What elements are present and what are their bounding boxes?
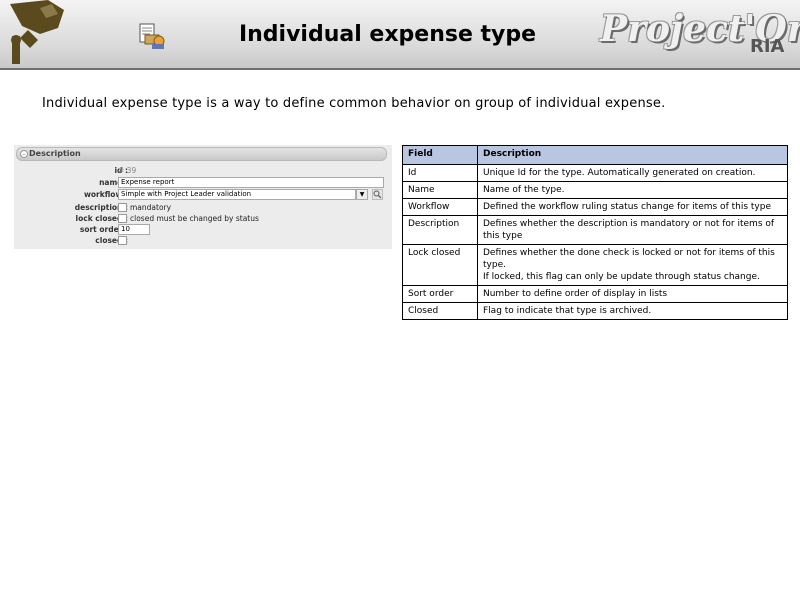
intro-text: Individual expense type is a way to defi… bbox=[42, 96, 666, 111]
table-row: Closed Flag to indicate that type is arc… bbox=[402, 302, 788, 320]
sort-order-input[interactable]: 10 bbox=[118, 224, 150, 235]
header-bar: Individual expense type Project'Or RIA bbox=[0, 0, 800, 70]
table-row: Workflow Defined the workflow ruling sta… bbox=[402, 198, 788, 216]
field-cell: Name bbox=[402, 181, 478, 199]
description-text: Unique Id for the type. Automatically ge… bbox=[483, 168, 756, 178]
description-text: Defines whether the done check is locked… bbox=[483, 248, 775, 270]
description-text: If locked, this flag can only be update … bbox=[483, 272, 760, 282]
table-row: Description Defines whether the descript… bbox=[402, 215, 788, 245]
checkbox-label: closed must be changed by status bbox=[130, 214, 259, 223]
field-row-id: id : # 39 bbox=[14, 165, 392, 176]
field-row-lock-closed: lock closed : closed must be changed by … bbox=[14, 213, 392, 224]
id-value: # 39 bbox=[118, 166, 137, 175]
description-form-panel: – Description id : # 39 name : Expense r… bbox=[14, 145, 392, 249]
description-cell: Name of the type. bbox=[477, 181, 788, 199]
description-text: Name of the type. bbox=[483, 185, 565, 195]
chevron-down-icon[interactable]: ▼ bbox=[356, 189, 368, 200]
description-text: Defined the workflow ruling status chang… bbox=[483, 202, 771, 212]
description-text: Number to define order of display in lis… bbox=[483, 289, 668, 299]
logo-subtext: RIA bbox=[750, 36, 785, 57]
field-description-table: Field Description Id Unique Id for the t… bbox=[402, 145, 788, 320]
description-cell: Flag to indicate that type is archived. bbox=[477, 302, 788, 320]
field-cell: Closed bbox=[402, 302, 478, 320]
checkbox-label: mandatory bbox=[130, 203, 172, 212]
section-title: Description bbox=[29, 149, 81, 158]
table-header-row: Field Description bbox=[402, 145, 788, 165]
field-cell: Id bbox=[402, 164, 478, 182]
description-cell: Defined the workflow ruling status chang… bbox=[477, 198, 788, 216]
lock-closed-checkbox[interactable] bbox=[118, 214, 127, 223]
name-input[interactable]: Expense report bbox=[118, 177, 384, 188]
column-header-description: Description bbox=[477, 145, 788, 165]
description-cell: Defines whether the done check is locked… bbox=[477, 244, 788, 286]
search-icon[interactable] bbox=[372, 189, 383, 200]
mandatory-checkbox[interactable] bbox=[118, 203, 127, 212]
field-cell: Lock closed bbox=[402, 244, 478, 286]
closed-checkbox[interactable] bbox=[118, 236, 127, 245]
description-cell: Defines whether the description is manda… bbox=[477, 215, 788, 245]
workflow-select[interactable]: Simple with Project Leader validation bbox=[118, 189, 356, 200]
table-row: Lock closed Defines whether the done che… bbox=[402, 244, 788, 286]
projector-logo: Project'Or RIA bbox=[600, 2, 800, 64]
description-text: Flag to indicate that type is archived. bbox=[483, 306, 652, 316]
field-row-description: description : mandatory bbox=[14, 202, 392, 213]
section-header[interactable]: – Description bbox=[16, 147, 387, 161]
description-cell: Number to define order of display in lis… bbox=[477, 285, 788, 303]
field-row-name: name : Expense report bbox=[14, 177, 392, 188]
column-header-field: Field bbox=[402, 145, 478, 165]
collapse-icon[interactable]: – bbox=[20, 150, 28, 158]
field-row-workflow: workflow : Simple with Project Leader va… bbox=[14, 189, 392, 200]
description-text: Defines whether the description is manda… bbox=[483, 219, 775, 241]
description-cell: Unique Id for the type. Automatically ge… bbox=[477, 164, 788, 182]
table-row: Name Name of the type. bbox=[402, 181, 788, 199]
table-row: Sort order Number to define order of dis… bbox=[402, 285, 788, 303]
table-row: Id Unique Id for the type. Automatically… bbox=[402, 164, 788, 182]
field-row-sort-order: sort order : 10 bbox=[14, 224, 392, 235]
field-cell: Description bbox=[402, 215, 478, 245]
field-cell: Sort order bbox=[402, 285, 478, 303]
field-row-closed: closed : bbox=[14, 235, 392, 246]
field-cell: Workflow bbox=[402, 198, 478, 216]
